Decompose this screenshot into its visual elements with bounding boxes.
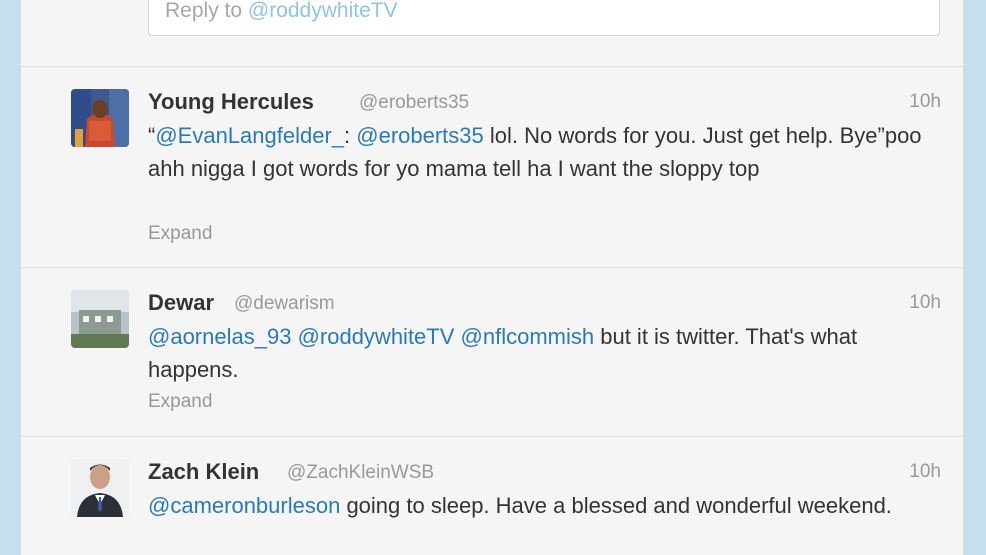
tweet-fullname[interactable]: Dewar [148,290,214,316]
tweet-timestamp[interactable]: 10h [909,91,941,113]
mention-link[interactable]: @roddywhiteTV [298,324,455,349]
reply-input[interactable]: Reply to @roddywhiteTV [148,0,940,36]
avatar-zach-klein-image [71,459,129,517]
tweet-text: @cameronburleson going to sleep. Have a … [148,489,938,522]
mention-link[interactable]: @eroberts35 [356,123,484,148]
tweet-username[interactable]: @eroberts35 [359,92,469,114]
avatar-dewar-image [71,290,129,348]
tweet-header: Zach Klein @ZachKleinWSB 10h [148,459,941,487]
tweet-header: Dewar @dewarism 10h [148,290,941,318]
reply-placeholder: Reply to @roddywhiteTV [165,0,398,23]
reply-prefix: Reply to [165,0,248,22]
expand-link[interactable]: Expand [148,391,212,413]
mention-link[interactable]: @EvanLangfelder_ [155,123,344,148]
tweet-text: “@EvanLangfelder_: @eroberts35 lol. No w… [148,119,938,185]
reply-mention: @roddywhiteTV [247,0,398,22]
tweet-header: Young Hercules @eroberts35 10h [148,89,941,117]
mention-link[interactable]: @cameronburleson [148,493,340,518]
tweet-text-segment: : [344,123,357,148]
tweet-item[interactable]: Dewar @dewarism 10h @aornelas_93 @roddyw… [21,268,963,437]
avatar[interactable] [71,290,129,348]
mention-link[interactable]: @aornelas_93 [148,324,291,349]
expand-link[interactable]: Expand [148,223,212,245]
tweet-username[interactable]: @ZachKleinWSB [287,462,434,484]
mention-link[interactable]: @nflcommish [461,324,595,349]
tweet-fullname[interactable]: Young Hercules [148,89,314,115]
tweet-text: @aornelas_93 @roddywhiteTV @nflcommish b… [148,320,938,386]
avatar[interactable] [71,459,129,517]
tweet-fullname[interactable]: Zach Klein [148,459,259,485]
timeline-column: Reply to @roddywhiteTV Young Hercules @e… [20,0,964,555]
avatar[interactable] [71,89,129,147]
avatar-young-hercules-image [71,89,129,147]
tweet-timestamp[interactable]: 10h [909,292,941,314]
tweet-item[interactable]: Zach Klein @ZachKleinWSB 10h @cameronbur… [21,437,963,555]
reply-area: Reply to @roddywhiteTV [21,0,963,67]
tweet-text-segment: going to sleep. Have a blessed and wonde… [340,493,892,518]
tweet-item[interactable]: Young Hercules @eroberts35 10h “@EvanLan… [21,67,963,268]
tweet-timestamp[interactable]: 10h [909,461,941,483]
tweet-username[interactable]: @dewarism [234,293,335,315]
